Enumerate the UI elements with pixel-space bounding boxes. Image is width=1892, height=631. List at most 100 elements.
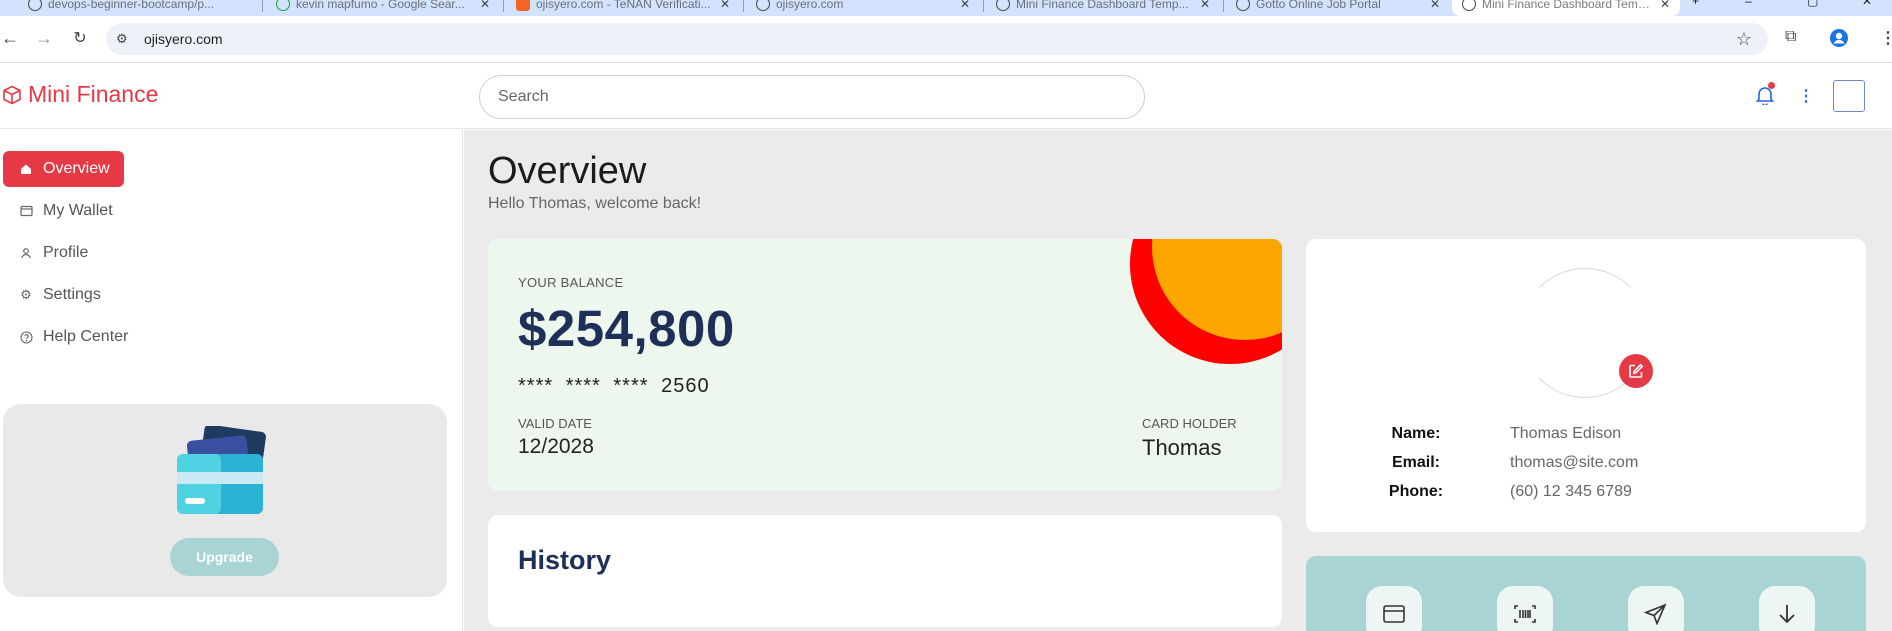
barcode-scan-icon (1514, 605, 1536, 623)
profile-icon[interactable] (1829, 28, 1849, 53)
browser-tab[interactable]: ojisyero.com ✕ (746, 0, 980, 16)
profile-email-row: Email: thomas@site.com (1366, 454, 1638, 472)
main-content: Overview Hello Thomas, welcome back! YOU… (464, 130, 1892, 631)
wallet-icon (19, 204, 33, 218)
close-icon[interactable]: ✕ (480, 0, 490, 11)
sidebar-item-label: Settings (43, 286, 101, 303)
sidebar-item-help-center[interactable]: Help Center (3, 319, 142, 355)
tab-title: ojisyero.com - TeNAN Verificati... (536, 0, 711, 11)
browser-tab[interactable]: kevin mapfumo - Google Sear... ✕ (266, 0, 500, 16)
sidebar-item-label: Profile (43, 244, 89, 261)
site-icon (516, 0, 530, 11)
credit-cards-illustration (177, 426, 266, 514)
valid-date-label: VALID DATE (518, 416, 592, 431)
phone-value: (60) 12 345 6789 (1510, 483, 1632, 500)
home-icon (19, 162, 33, 176)
bookmark-star-icon[interactable]: ☆ (1736, 29, 1752, 50)
email-label: Email: (1391, 454, 1440, 471)
site-info-icon[interactable]: ⚙ (116, 31, 128, 47)
page-title: Overview (488, 150, 647, 192)
avatar[interactable] (1833, 80, 1865, 112)
maximize-icon[interactable]: ▢ (1807, 0, 1818, 8)
extensions-icon[interactable]: ⧉ (1785, 28, 1796, 46)
reload-icon[interactable]: ↻ (70, 28, 90, 48)
email-value: thomas@site.com (1510, 454, 1639, 471)
upgrade-card: Upgrade (3, 404, 447, 597)
upgrade-button[interactable]: Upgrade (170, 538, 279, 576)
sidebar-item-overview[interactable]: Overview (3, 151, 124, 187)
close-icon[interactable]: ✕ (720, 0, 730, 11)
phone-label: Phone: (1388, 483, 1444, 500)
profile-phone-row: Phone: (60) 12 345 6789 (1366, 483, 1632, 501)
sidebar-item-label: Overview (43, 160, 110, 177)
browser-tab[interactable]: Mini Finance Dashboard Temp... ✕ (986, 0, 1220, 16)
forward-icon[interactable]: → (34, 28, 54, 48)
globe-icon (1462, 0, 1476, 11)
close-icon[interactable]: ✕ (1200, 0, 1210, 11)
box-logo-icon (3, 85, 21, 104)
tab-title: ojisyero.com (776, 0, 844, 11)
close-window-icon[interactable]: ✕ (1862, 0, 1872, 8)
name-label: Name: (1391, 425, 1441, 442)
card-holder-value: Thomas (1142, 435, 1222, 460)
close-icon[interactable]: ✕ (960, 0, 970, 11)
more-options-icon[interactable]: ⋮ (1798, 86, 1814, 106)
profile-name-row: Name: Thomas Edison (1366, 425, 1622, 443)
search-input[interactable] (479, 75, 1145, 119)
profile-card: Name: Thomas Edison Email: thomas@site.c… (1306, 239, 1866, 532)
browser-tab[interactable]: Gotto Online Job Portal ✕ (1226, 0, 1450, 16)
edit-icon (1629, 363, 1644, 378)
globe-icon (756, 0, 770, 11)
browser-tab[interactable]: ojisyero.com - TeNAN Verificati... ✕ (506, 0, 740, 16)
google-icon (276, 0, 290, 11)
browser-menu-icon[interactable]: ⋮ (1880, 28, 1892, 48)
minimize-icon[interactable]: – (1745, 0, 1752, 8)
send-icon (1644, 603, 1667, 625)
balance-amount: $254,800 (518, 300, 735, 357)
notification-dot (1768, 82, 1775, 89)
browser-tab[interactable]: devops-beginner-bootcamp/p... (18, 0, 258, 16)
sidebar-item-label: My Wallet (43, 202, 113, 219)
scan-action-button[interactable] (1497, 586, 1553, 631)
valid-date-value: 12/2028 (518, 435, 594, 458)
globe-icon (1236, 0, 1250, 11)
notifications-button[interactable] (1755, 82, 1775, 110)
new-tab-icon[interactable]: + (1692, 0, 1699, 8)
close-icon[interactable]: ✕ (1660, 0, 1670, 11)
arrow-down-icon (1779, 605, 1795, 624)
app-header: Mini Finance ⋮ (0, 63, 1892, 129)
tab-title: devops-beginner-bootcamp/p... (48, 0, 215, 11)
card-number: **** **** **** 2560 (518, 375, 710, 397)
card-holder-label: CARD HOLDER (1142, 416, 1237, 431)
tab-title: Gotto Online Job Portal (1256, 0, 1381, 11)
user-icon (19, 246, 33, 260)
github-icon (28, 0, 42, 11)
browser-tab-active[interactable]: Mini Finance Dashboard Temp... ✕ (1452, 0, 1680, 16)
balance-label: YOUR BALANCE (518, 275, 624, 290)
brand[interactable]: Mini Finance (2, 81, 158, 108)
back-icon[interactable]: ← (0, 28, 20, 48)
url-text[interactable]: ojisyero.com (144, 31, 223, 47)
sidebar-item-settings[interactable]: ⚙ Settings (3, 277, 115, 313)
sidebar: Overview My Wallet Profile ⚙ Settings He… (0, 130, 463, 631)
card-action-button[interactable] (1366, 586, 1422, 631)
close-icon[interactable]: ✕ (1430, 0, 1440, 11)
tab-title: Mini Finance Dashboard Temp... (1016, 0, 1189, 11)
receive-action-button[interactable] (1759, 586, 1815, 631)
sidebar-item-label: Help Center (43, 328, 129, 345)
history-card: History (488, 515, 1282, 627)
brand-name: Mini Finance (28, 81, 159, 107)
tab-title: Mini Finance Dashboard Temp... (1482, 0, 1654, 11)
browser-toolbar: ← → ↻ ⚙ ojisyero.com ☆ ⧉ ⋮ (0, 16, 1892, 63)
edit-profile-button[interactable] (1619, 354, 1653, 388)
address-bar[interactable]: ⚙ ojisyero.com ☆ (106, 23, 1768, 55)
tab-title: kevin mapfumo - Google Sear... (296, 0, 465, 11)
balance-card: YOUR BALANCE $254,800 **** **** **** 256… (488, 239, 1282, 491)
quick-actions-card (1306, 556, 1866, 631)
page-subtitle: Hello Thomas, welcome back! (488, 195, 702, 212)
send-action-button[interactable] (1628, 586, 1684, 631)
gear-icon: ⚙ (20, 287, 32, 302)
card-icon (1383, 605, 1405, 623)
sidebar-item-profile[interactable]: Profile (3, 235, 102, 271)
sidebar-item-my-wallet[interactable]: My Wallet (3, 193, 127, 229)
